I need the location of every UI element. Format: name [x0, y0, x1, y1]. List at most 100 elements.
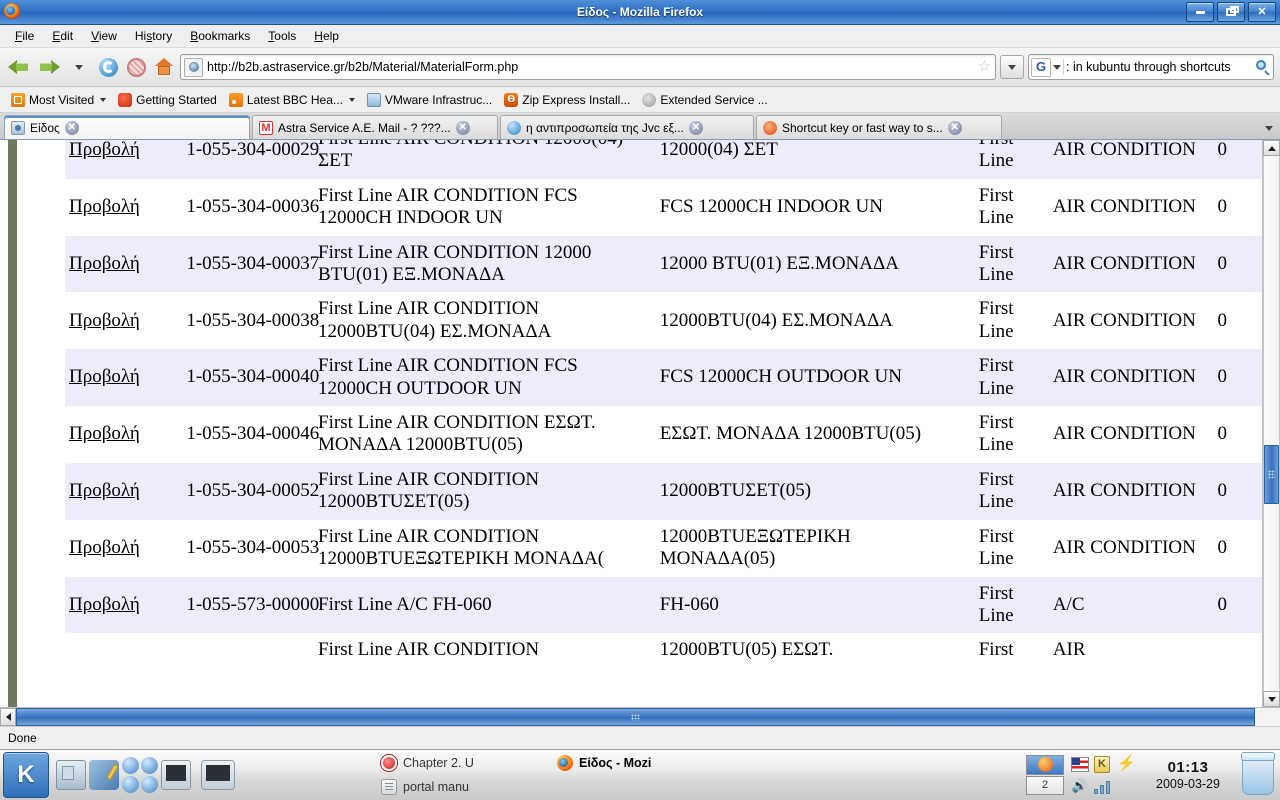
restore-button[interactable] — [1217, 2, 1245, 22]
taskbar-window-eidos[interactable]: Είδος - Mozi — [553, 752, 1026, 774]
terminal-icon[interactable] — [161, 760, 191, 790]
volume-icon[interactable] — [1072, 778, 1089, 794]
table-row[interactable]: Προβολή 1-055-304-00038 First Line AIR C… — [65, 292, 1262, 350]
table-row[interactable]: Προβολή 1-055-573-00000 First Line A/C F… — [65, 576, 1262, 634]
table-row[interactable]: Προβολή 1-055-304-00029 First Line AIR C… — [65, 140, 1262, 179]
table-row[interactable]: Προβολή 1-055-304-00037 First Line AIR C… — [65, 235, 1262, 293]
material-qty — [1213, 633, 1262, 668]
pager-desktop-number[interactable]: 2 — [1026, 775, 1064, 795]
view-link[interactable]: Προβολή — [69, 253, 140, 274]
tab-shortcut-key[interactable]: Shortcut key or fast way to s... ✕ — [756, 115, 1002, 139]
search-icon[interactable] — [1255, 59, 1271, 75]
close-icon[interactable]: ✕ — [64, 120, 79, 135]
bookmark-getting-started[interactable]: Getting Started — [113, 91, 222, 109]
tab-astra-service-mail[interactable]: M Astra Service A.E. Mail - ? ???... ✕ — [252, 115, 498, 139]
bookmark-extended-service[interactable]: Extended Service ... — [637, 91, 772, 109]
home-button[interactable] — [152, 55, 176, 79]
view-link[interactable]: Προβολή — [69, 594, 140, 615]
close-icon[interactable]: ✕ — [947, 120, 962, 135]
tray-icons: K — [1070, 754, 1136, 796]
minimize-button[interactable] — [1186, 2, 1214, 22]
bookmark-latest-bbc[interactable]: Latest BBC Hea... — [224, 91, 360, 109]
addons-icon[interactable] — [141, 776, 158, 793]
vertical-scroll-track[interactable] — [1263, 156, 1280, 691]
back-button[interactable] — [6, 54, 32, 80]
bookmark-vmware[interactable]: VMware Infrastruc... — [362, 91, 497, 109]
system-icon[interactable] — [56, 760, 86, 790]
view-link[interactable]: Προβολή — [69, 423, 140, 444]
menu-history[interactable]: History — [126, 28, 181, 44]
table-row[interactable]: Προβολή 1-055-304-00036 First Line AIR C… — [65, 178, 1262, 236]
search-bar[interactable]: G : in kubuntu through shortcuts — [1028, 54, 1274, 80]
battery-icon[interactable] — [1117, 754, 1136, 773]
taskbar-window-portal-manual[interactable]: portal manu — [377, 776, 547, 798]
view-link[interactable]: Προβολή — [69, 537, 140, 558]
k-logo-icon: K — [17, 761, 35, 788]
stop-button[interactable] — [124, 55, 148, 79]
system-monitor-icon[interactable] — [1093, 779, 1111, 794]
view-link[interactable]: Προβολή — [69, 140, 140, 160]
mail-icon[interactable] — [141, 757, 158, 774]
table-row[interactable]: Προβολή 1-055-304-00052 First Line AIR C… — [65, 462, 1262, 520]
url-input[interactable]: http://b2b.astraservice.gr/b2b/Material/… — [207, 60, 973, 74]
close-icon[interactable]: ✕ — [688, 120, 703, 135]
table-row[interactable]: Προβολή 1-055-304-00040 First Line AIR C… — [65, 349, 1262, 407]
menu-edit[interactable]: Edit — [43, 28, 82, 44]
kde-menu-button[interactable]: K — [3, 752, 49, 798]
close-button[interactable]: ✕ — [1248, 2, 1276, 22]
horizontal-scroll-track[interactable] — [16, 708, 1280, 726]
scroll-down-button[interactable] — [1263, 691, 1280, 707]
materials-table-area: Προβολή 1-055-304-00029 First Line AIR C… — [65, 140, 1262, 707]
editor-icon[interactable] — [89, 760, 119, 790]
pager-firefox-icon[interactable] — [1026, 755, 1064, 775]
forward-button[interactable] — [36, 54, 62, 80]
google-engine-icon[interactable]: G — [1031, 57, 1051, 77]
scroll-up-button[interactable] — [1263, 140, 1280, 156]
chevron-down-icon — [1008, 64, 1016, 70]
desktop-taskbar: K Chapter 2. U Είδος - Mozi portal manu … — [0, 749, 1280, 800]
pointer-icon[interactable] — [122, 776, 139, 793]
taskbar-window-chapter2[interactable]: Chapter 2. U — [377, 752, 547, 774]
menu-bookmarks[interactable]: Bookmarks — [181, 28, 259, 44]
horizontal-scroll-thumb[interactable] — [16, 708, 1255, 726]
clock[interactable]: 01:13 2009-03-29 — [1140, 759, 1236, 792]
tab-list-button[interactable] — [1262, 121, 1276, 135]
menu-help[interactable]: Help — [305, 28, 348, 44]
trash-icon[interactable] — [1241, 752, 1275, 795]
triangle-up-icon — [1267, 145, 1276, 151]
bookmark-most-visited[interactable]: Most Visited — [6, 91, 111, 109]
view-link[interactable]: Προβολή — [69, 366, 140, 387]
url-bar[interactable]: http://b2b.astraservice.gr/b2b/Material/… — [180, 54, 996, 80]
table-row[interactable]: Προβολή 1-055-304-00046 First Line AIR C… — [65, 406, 1262, 463]
vertical-scrollbar[interactable] — [1262, 140, 1280, 707]
view-link[interactable]: Προβολή — [69, 310, 140, 331]
view-link[interactable]: Προβολή — [69, 480, 140, 501]
table-row[interactable]: Προβολή 1-055-304-00053 First Line AIR C… — [65, 519, 1262, 577]
vertical-scroll-thumb[interactable] — [1264, 444, 1279, 504]
search-engine-chevron-icon[interactable] — [1053, 64, 1061, 70]
horizontal-scrollbar[interactable] — [0, 707, 1280, 726]
menu-tools[interactable]: Tools — [259, 28, 305, 44]
tab-eidos[interactable]: Είδος ✕ — [4, 115, 250, 139]
network-icon[interactable] — [122, 757, 139, 774]
bookmark-star-icon[interactable]: ☆ — [977, 59, 992, 75]
table-row[interactable]: First Line AIR CONDITION 12000BTU(05) ΕΣ… — [65, 633, 1262, 668]
view-link[interactable]: Προβολή — [69, 196, 140, 217]
tab-jvc-page[interactable]: η αντιπροσωπεία της Jvc εξ... ✕ — [500, 115, 754, 139]
material-qty: 0 — [1213, 519, 1262, 577]
search-input[interactable]: : in kubuntu through shortcuts — [1066, 60, 1253, 74]
show-desktop-icon[interactable] — [201, 760, 235, 790]
menu-view[interactable]: View — [82, 28, 126, 44]
scroll-left-button[interactable] — [0, 708, 16, 726]
close-icon[interactable]: ✕ — [455, 120, 470, 135]
bookmark-zip-express[interactable]: Ө Zip Express Install... — [499, 91, 635, 109]
go-button[interactable] — [1000, 55, 1024, 79]
history-dropdown-button[interactable] — [66, 54, 92, 80]
material-category: AIR CONDITION — [1048, 292, 1214, 350]
reload-button[interactable] — [96, 55, 120, 79]
desktop-pager[interactable]: 2 — [1026, 755, 1064, 795]
material-category: AIR — [1048, 633, 1214, 668]
menu-file[interactable]: File — [6, 28, 43, 44]
klipper-icon[interactable]: K — [1094, 755, 1110, 773]
keyboard-layout-us-icon[interactable] — [1071, 756, 1089, 772]
